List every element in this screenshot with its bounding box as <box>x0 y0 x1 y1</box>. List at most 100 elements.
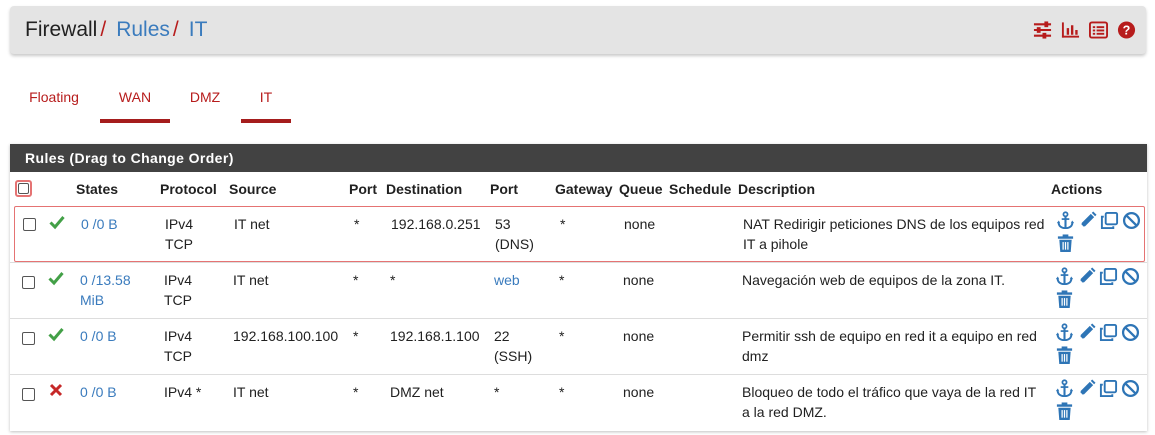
protocol-cell: IPv4 * <box>164 384 202 400</box>
source-cell: 192.168.100.100 <box>233 328 339 344</box>
tab-label: IT <box>259 89 273 105</box>
breadcrumb-rules-link[interactable]: Rules <box>116 18 170 41</box>
breadcrumb-it-link[interactable]: IT <box>189 18 208 41</box>
anchor-icon[interactable] <box>1055 323 1074 342</box>
gateway-cell: * <box>559 328 565 344</box>
source-port-cell: * <box>353 328 359 344</box>
disable-icon[interactable] <box>1122 211 1141 230</box>
breadcrumb-separator: / <box>100 18 107 41</box>
svg-text:?: ? <box>1123 24 1131 38</box>
description-cell: Navegación web de equipos de la zona IT. <box>742 272 1006 288</box>
edit-icon[interactable] <box>1078 211 1097 230</box>
protocol-line: TCP <box>165 236 193 252</box>
gateway-cell: * <box>559 272 565 288</box>
delete-icon[interactable] <box>1055 346 1074 365</box>
edit-icon[interactable] <box>1077 379 1096 398</box>
col-source-port: Port <box>349 181 377 197</box>
col-destination-port: Port <box>490 181 518 197</box>
col-queue: Queue <box>619 181 663 197</box>
destination-port-cell: * <box>494 384 500 400</box>
states-link[interactable]: 0 /0 B <box>80 382 117 402</box>
states-link[interactable]: 0 /13.58 MiB <box>80 270 140 310</box>
protocol-line: TCP <box>164 348 192 364</box>
disable-icon[interactable] <box>1121 267 1140 286</box>
copy-icon[interactable] <box>1100 211 1119 230</box>
destination-cell: * <box>390 272 396 288</box>
row-checkbox[interactable] <box>22 388 35 401</box>
table-row[interactable]: 0 /0 B IPv4 * IT net * DMZ net * * none … <box>10 374 1147 430</box>
list-icon[interactable] <box>1089 21 1108 39</box>
protocol-cell: IPv4 TCP <box>164 326 192 366</box>
row-checkbox[interactable] <box>22 276 35 289</box>
rules-panel: Rules (Drag to Change Order) States Prot… <box>10 144 1147 431</box>
col-description: Description <box>738 181 816 197</box>
description-cell: Bloqueo de todo el tráfico que vaya de l… <box>742 384 1036 420</box>
destination-cell: 192.168.1.100 <box>390 328 480 344</box>
tab-wan[interactable]: WAN <box>100 80 170 123</box>
protocol-cell: IPv4 TCP <box>164 270 192 310</box>
copy-icon[interactable] <box>1099 267 1118 286</box>
anchor-icon[interactable] <box>1055 379 1074 398</box>
protocol-line: IPv4 <box>164 272 193 288</box>
check-icon[interactable] <box>49 214 65 230</box>
source-cell: IT net <box>233 384 269 400</box>
row-checkbox[interactable] <box>22 332 35 345</box>
protocol-cell: IPv4 TCP <box>165 214 193 254</box>
table-row[interactable]: 0 /0 B IPv4 TCP IT net * 192.168.0.251 53… <box>14 206 1145 262</box>
check-icon[interactable] <box>48 326 64 342</box>
delete-icon[interactable] <box>1056 234 1075 253</box>
select-all-checkbox[interactable] <box>15 180 32 197</box>
queue-cell: none <box>623 384 655 400</box>
breadcrumb: Firewall / Rules / IT <box>25 18 207 42</box>
port-line: 22 <box>494 328 510 344</box>
page-header: Firewall / Rules / IT ? <box>10 6 1146 54</box>
disable-icon[interactable] <box>1121 379 1140 398</box>
table-header: States Protocol Source Port Destination … <box>10 174 1147 204</box>
sliders-icon[interactable] <box>1033 21 1052 39</box>
header-toolbar: ? <box>1033 21 1136 39</box>
source-port-cell: * <box>354 216 360 232</box>
col-schedule: Schedule <box>669 181 732 197</box>
tab-label: DMZ <box>189 89 221 105</box>
delete-icon[interactable] <box>1055 402 1074 421</box>
check-icon[interactable] <box>48 270 64 286</box>
copy-icon[interactable] <box>1099 379 1118 398</box>
description-cell: Permitir ssh de equipo en red it a equip… <box>742 328 1037 364</box>
edit-icon[interactable] <box>1077 323 1096 342</box>
breadcrumb-separator: / <box>172 18 179 41</box>
anchor-icon[interactable] <box>1056 211 1075 230</box>
col-destination: Destination <box>386 181 463 197</box>
gateway-cell: * <box>560 216 566 232</box>
table-row[interactable]: 0 /13.58 MiB IPv4 TCP IT net * * web * no… <box>10 262 1147 318</box>
row-checkbox[interactable] <box>23 218 36 231</box>
block-x-icon[interactable] <box>48 382 64 398</box>
description-cell: NAT Redirigir peticiones DNS de los equi… <box>743 216 1045 252</box>
destination-port-alias-link[interactable]: web <box>494 270 520 290</box>
disable-icon[interactable] <box>1121 323 1140 342</box>
tab-floating[interactable]: Floating <box>17 80 91 123</box>
source-cell: IT net <box>233 272 269 288</box>
col-gateway: Gateway <box>555 181 613 197</box>
destination-port-cell: 22 (SSH) <box>494 326 532 366</box>
queue-cell: none <box>624 216 656 232</box>
copy-icon[interactable] <box>1099 323 1118 342</box>
states-link[interactable]: 0 /0 B <box>80 326 117 346</box>
tab-label: Floating <box>29 89 79 105</box>
states-link[interactable]: 0 /0 B <box>81 214 118 234</box>
anchor-icon[interactable] <box>1055 267 1074 286</box>
edit-icon[interactable] <box>1077 267 1096 286</box>
bar-chart-icon[interactable] <box>1061 21 1080 39</box>
delete-icon[interactable] <box>1055 290 1074 309</box>
destination-port-cell: 53 (DNS) <box>495 214 534 254</box>
queue-cell: none <box>623 272 655 288</box>
tab-label: WAN <box>118 89 152 105</box>
help-icon[interactable]: ? <box>1117 21 1136 39</box>
tab-dmz[interactable]: DMZ <box>179 80 231 123</box>
destination-cell: 192.168.0.251 <box>391 216 481 232</box>
panel-title: Rules (Drag to Change Order) <box>10 144 1147 172</box>
col-protocol: Protocol <box>160 181 217 197</box>
table-row[interactable]: 0 /0 B IPv4 TCP 192.168.100.100 * 192.168… <box>10 318 1147 374</box>
protocol-line: IPv4 <box>165 216 194 232</box>
source-port-cell: * <box>353 272 359 288</box>
tab-it[interactable]: IT <box>241 80 291 123</box>
